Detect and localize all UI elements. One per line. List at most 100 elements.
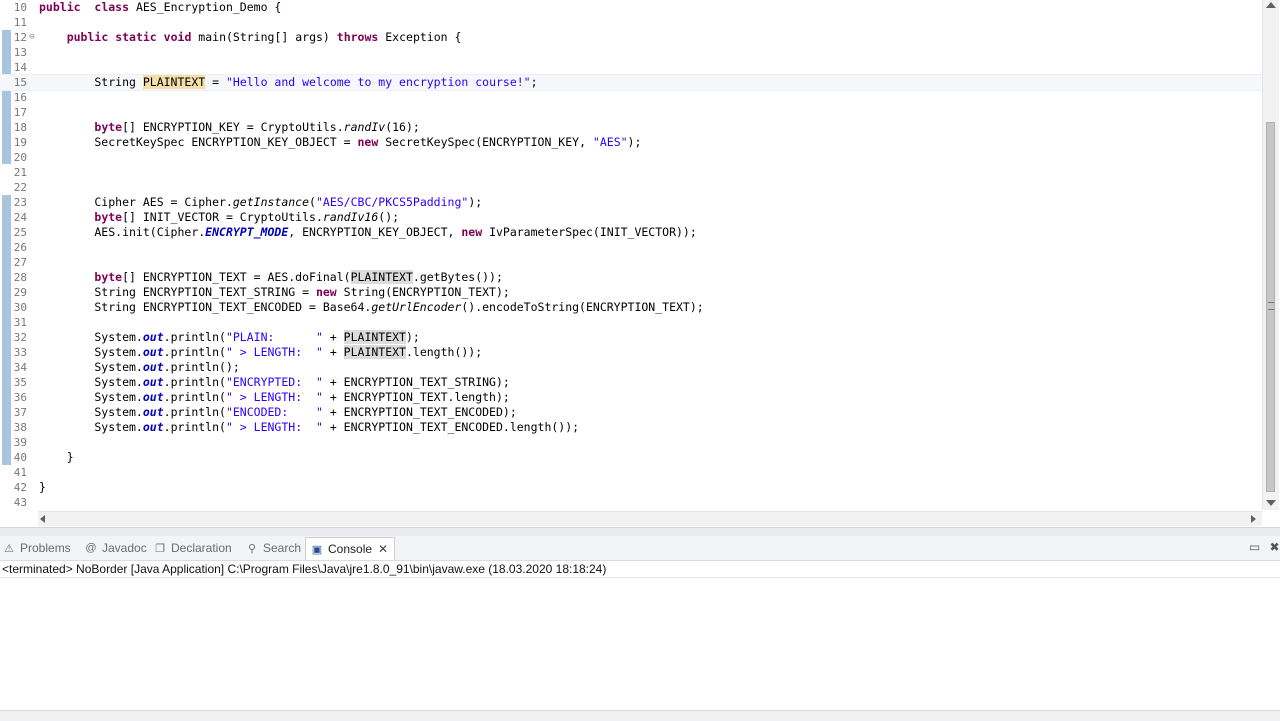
code-line[interactable]: 34 System.out.println();	[0, 360, 1262, 375]
code-area[interactable]: 10 public class AES_Encryption_Demo {11 12…	[0, 0, 1263, 510]
line-number: 25	[13, 226, 27, 239]
line-number: 18	[13, 121, 27, 134]
code-text: System.out.println(" > LENGTH: " + PLAIN…	[39, 345, 482, 360]
code-text: SecretKeySpec ENCRYPTION_KEY_OBJECT = ne…	[39, 135, 641, 150]
console-output[interactable]	[0, 577, 1280, 708]
code-line[interactable]: 39	[0, 435, 1262, 450]
code-line[interactable]: 40 }	[0, 450, 1262, 465]
code-line[interactable]: 31	[0, 315, 1262, 330]
close-tab-icon[interactable]: ✕	[378, 542, 388, 556]
code-text: System.out.println("ENCODED: " + ENCRYPT…	[39, 405, 516, 420]
code-line[interactable]: 10 public class AES_Encryption_Demo {	[0, 0, 1262, 15]
code-line[interactable]: 33 System.out.println(" > LENGTH: " + PL…	[0, 345, 1262, 360]
code-token: String(ENCRYPTION_TEXT);	[336, 285, 510, 299]
tab-console[interactable]: ▣ Console ✕	[305, 537, 396, 560]
code-token: new	[315, 285, 337, 299]
code-token: "ENCODED: "	[225, 405, 323, 419]
line-number: 37	[13, 406, 27, 419]
code-token: out	[142, 360, 164, 374]
maximize-panel-icon[interactable]: ✖	[1268, 541, 1280, 554]
code-line[interactable]: 26	[0, 240, 1262, 255]
code-token: out	[142, 420, 164, 434]
code-text: }	[39, 450, 74, 465]
code-line[interactable]: 27	[0, 255, 1262, 270]
tab-problems[interactable]: ⚠ Problems	[2, 538, 71, 558]
line-number: 14	[13, 61, 27, 74]
line-number: 24	[13, 211, 27, 224]
line-number: 21	[13, 166, 27, 179]
code-token: getInstance	[232, 195, 310, 209]
code-token: " > LENGTH: "	[225, 420, 323, 434]
code-token: =	[205, 75, 226, 89]
code-line[interactable]: 21	[0, 165, 1262, 180]
code-line[interactable]: 24 byte[] INIT_VECTOR = CryptoUtils.rand…	[0, 210, 1262, 225]
code-token: class	[94, 0, 130, 14]
code-token: AES.init(Cipher.	[39, 225, 206, 239]
code-token: }	[39, 480, 46, 494]
code-line[interactable]: 29 String ENCRYPTION_TEXT_STRING = new S…	[0, 285, 1262, 300]
line-number: 15	[13, 76, 27, 89]
fold-toggle-icon[interactable]: ⊖	[27, 30, 37, 45]
line-number: 13	[13, 46, 27, 59]
code-token: [] ENCRYPTION_TEXT = AES.doFinal(	[122, 270, 351, 284]
line-number: 23	[13, 196, 27, 209]
code-token: + ENCRYPTION_TEXT_STRING);	[322, 375, 510, 389]
horizontal-scrollbar[interactable]	[38, 511, 1262, 526]
code-token: SecretKeySpec(ENCRYPTION_KEY,	[378, 135, 593, 149]
line-number: 39	[13, 436, 27, 449]
tab-label: Search	[263, 541, 302, 555]
code-text: AES.init(Cipher.ENCRYPT_MODE, ENCRYPTION…	[39, 225, 696, 240]
code-text: System.out.println();	[39, 360, 239, 375]
code-line[interactable]: 32 System.out.println("PLAIN: " + PLAINT…	[0, 330, 1262, 345]
tab-declaration[interactable]: ❐ Declaration	[153, 538, 232, 558]
scroll-up-arrow-icon[interactable]	[1266, 2, 1276, 8]
code-token: .println(	[163, 420, 226, 434]
code-line[interactable]: 13	[0, 45, 1262, 60]
code-line[interactable]: 38 System.out.println(" > LENGTH: " + EN…	[0, 420, 1262, 435]
problems-icon: ⚠	[4, 542, 14, 555]
code-line[interactable]: 23 Cipher AES = Cipher.getInstance("AES/…	[0, 195, 1262, 210]
scroll-left-arrow-icon[interactable]	[40, 515, 45, 523]
code-token: ENCRYPT_MODE	[205, 225, 289, 239]
code-token: .println(	[163, 375, 226, 389]
tab-javadoc[interactable]: @ Javadoc	[84, 538, 147, 558]
code-line[interactable]: 20	[0, 150, 1262, 165]
java-editor[interactable]: 10 public class AES_Encryption_Demo {11 12…	[0, 0, 1280, 526]
code-line[interactable]: 41	[0, 465, 1262, 480]
code-token: System.	[39, 375, 143, 389]
code-token: System.	[39, 390, 143, 404]
code-line[interactable]: 43	[0, 495, 1262, 510]
code-line[interactable]: 17	[0, 105, 1262, 120]
code-token: new	[461, 225, 483, 239]
minimize-panel-icon[interactable]: ▭	[1248, 541, 1261, 554]
code-line[interactable]: 22	[0, 180, 1262, 195]
code-text: public class AES_Encryption_Demo {	[39, 0, 281, 15]
code-text: byte[] ENCRYPTION_TEXT = AES.doFinal(PLA…	[39, 270, 503, 285]
code-line[interactable]: 35 System.out.println("ENCRYPTED: " + EN…	[0, 375, 1262, 390]
code-token: "ENCRYPTED: "	[225, 375, 323, 389]
code-line[interactable]: 30 String ENCRYPTION_TEXT_ENCODED = Base…	[0, 300, 1262, 315]
line-number: 20	[13, 151, 27, 164]
code-line[interactable]: 18 byte[] ENCRYPTION_KEY = CryptoUtils.r…	[0, 120, 1262, 135]
code-line[interactable]: 37 System.out.println("ENCODED: " + ENCR…	[0, 405, 1262, 420]
panel-divider[interactable]	[0, 527, 1280, 536]
tab-search[interactable]: ⚲ Search	[245, 538, 301, 558]
code-line[interactable]: 19 SecretKeySpec ENCRYPTION_KEY_OBJECT =…	[0, 135, 1262, 150]
code-line[interactable]: 42}	[0, 480, 1262, 495]
code-line[interactable]: 11	[0, 15, 1262, 30]
scroll-down-arrow-icon[interactable]	[1266, 500, 1276, 506]
code-line[interactable]: 28 byte[] ENCRYPTION_TEXT = AES.doFinal(…	[0, 270, 1262, 285]
scroll-grip-icon	[1268, 302, 1274, 310]
code-line[interactable]: 14	[0, 60, 1262, 75]
vertical-scrollbar[interactable]	[1262, 0, 1279, 510]
code-line[interactable]: 16	[0, 90, 1262, 105]
code-line[interactable]: 12 ⊖ public static void main(String[] arg…	[0, 30, 1262, 45]
scroll-right-arrow-icon[interactable]	[1251, 515, 1256, 523]
line-number: 35	[13, 376, 27, 389]
tab-label: Javadoc	[102, 541, 147, 555]
code-line[interactable]: 36 System.out.println(" > LENGTH: " + EN…	[0, 390, 1262, 405]
code-line[interactable]: 15 String PLAINTEXT = "Hello and welcome…	[0, 74, 1263, 91]
code-line[interactable]: 25 AES.init(Cipher.ENCRYPT_MODE, ENCRYPT…	[0, 225, 1262, 240]
code-token: );	[405, 330, 420, 344]
